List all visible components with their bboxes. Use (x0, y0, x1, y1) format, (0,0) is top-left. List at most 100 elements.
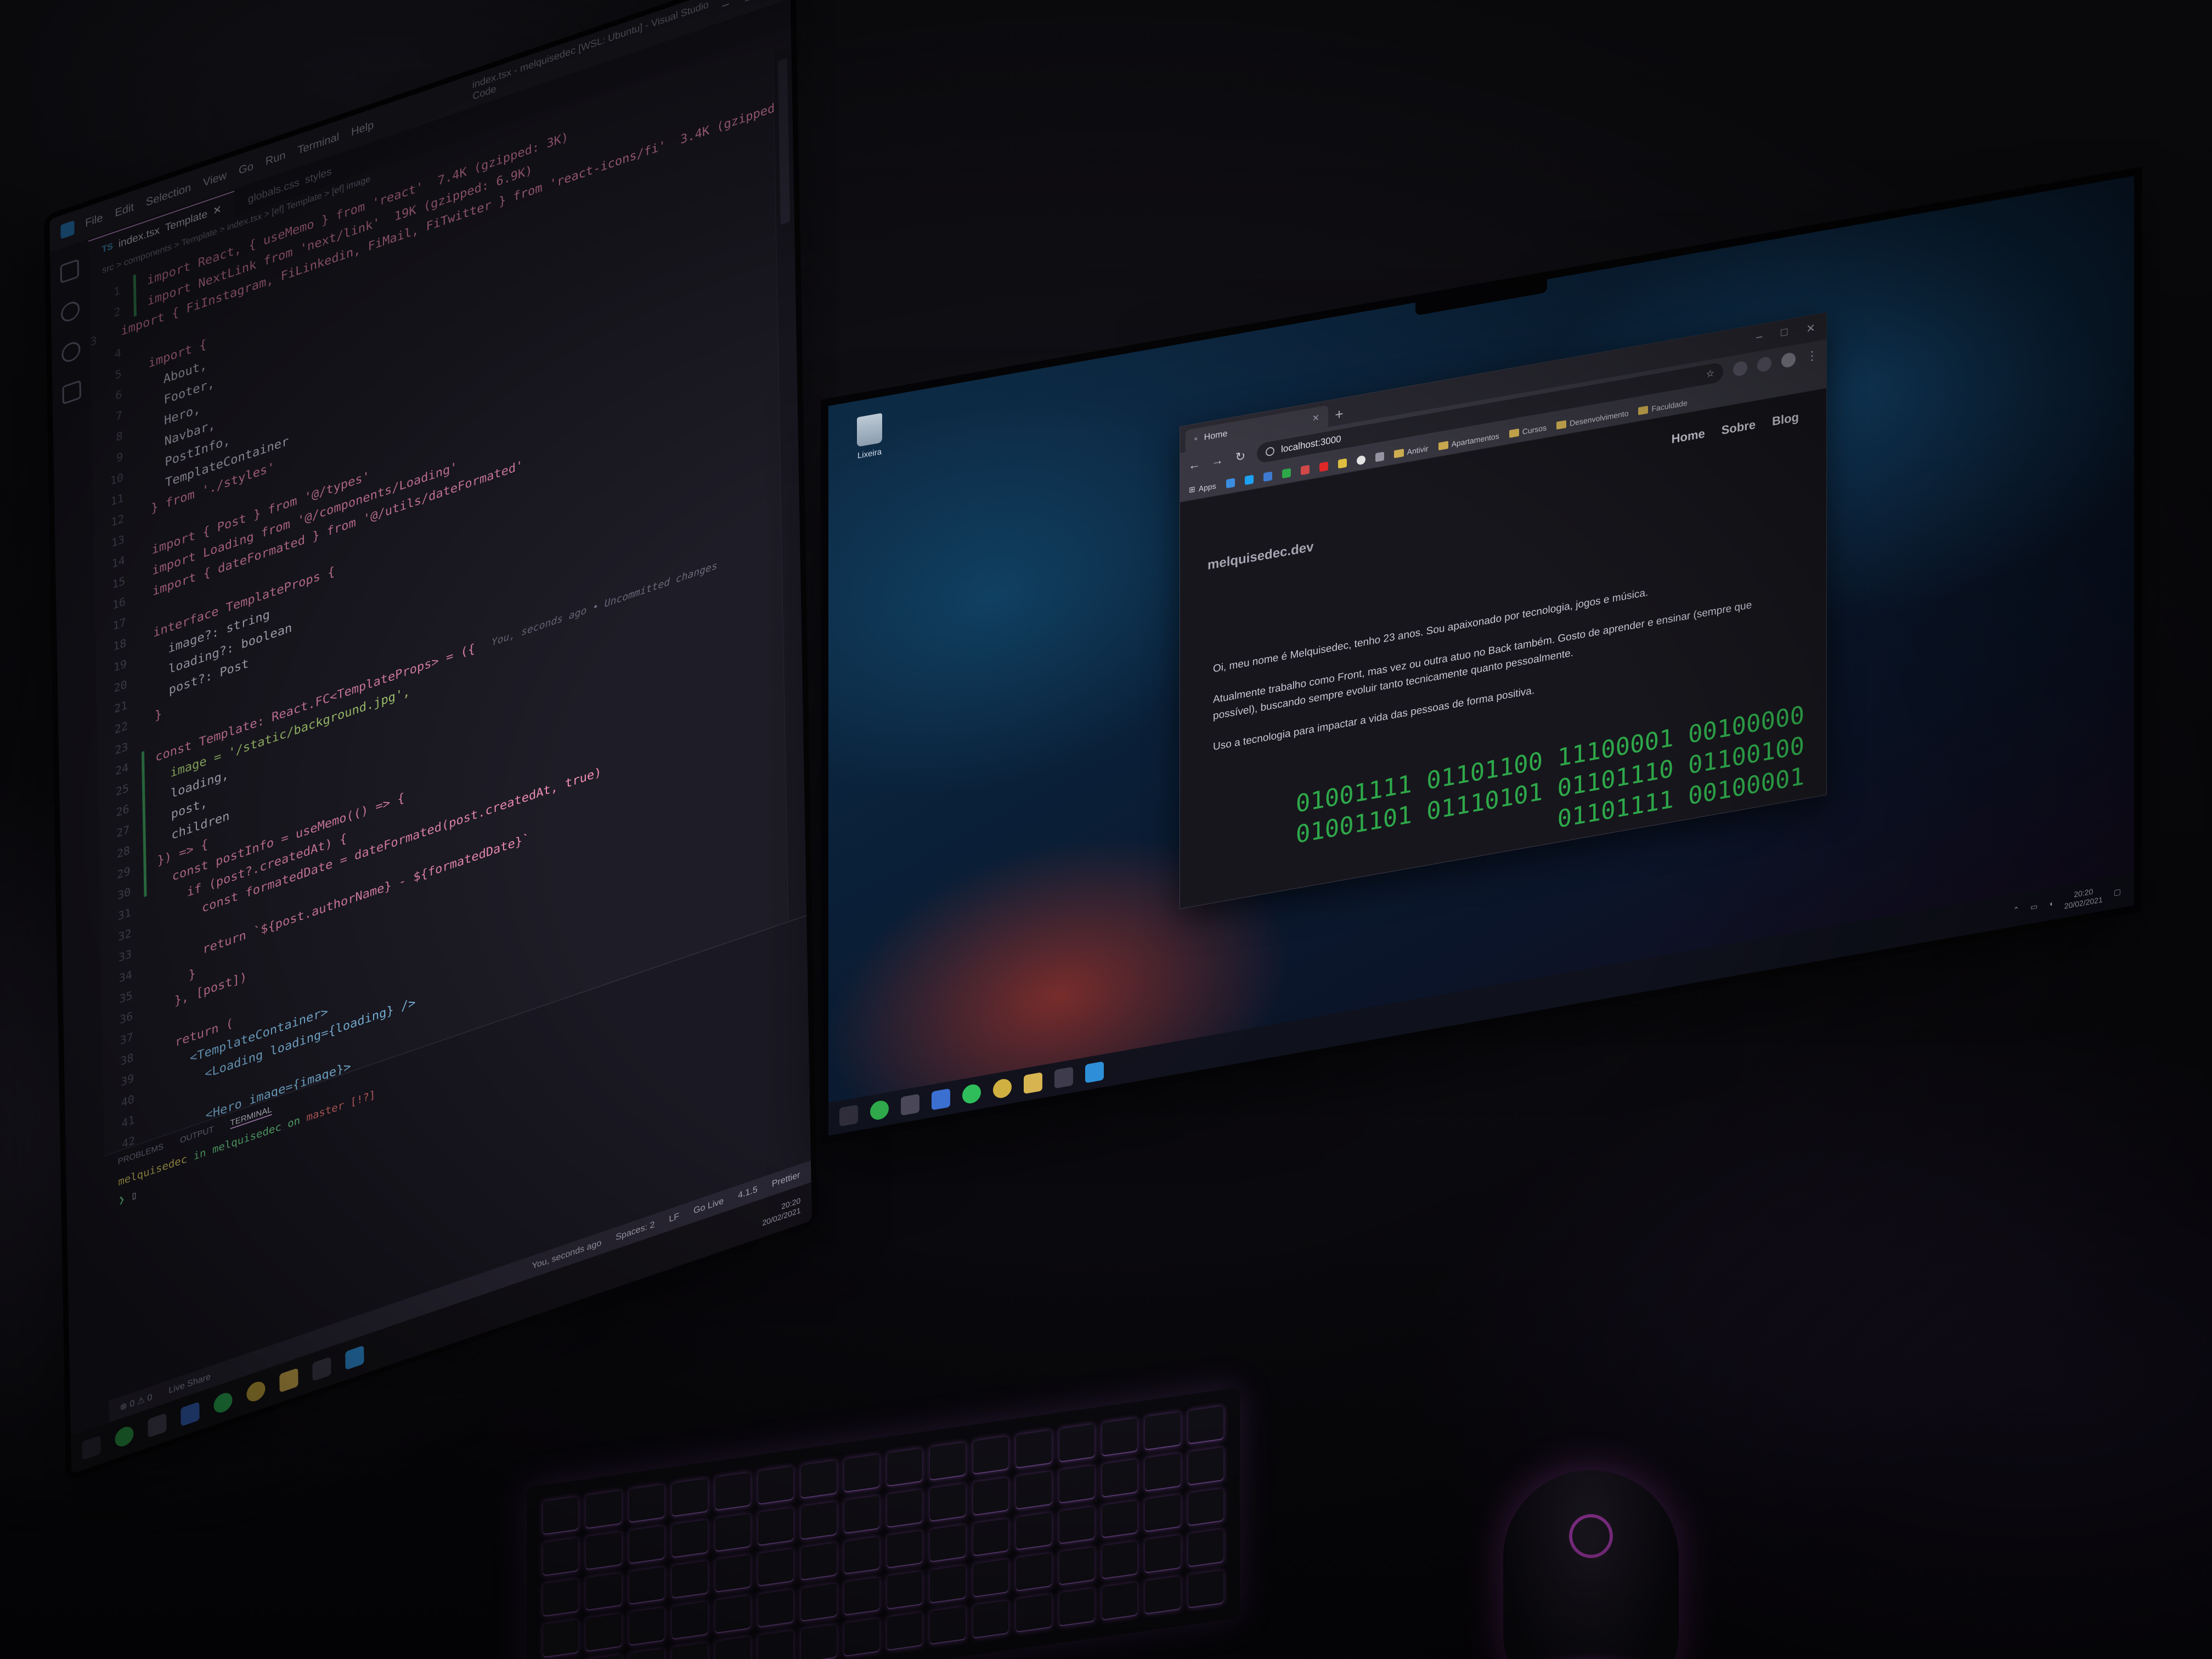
info-icon[interactable] (1266, 446, 1274, 457)
search-icon[interactable] (60, 299, 80, 324)
keyboard-key (1145, 1535, 1181, 1574)
tab-close-icon[interactable]: ✕ (213, 203, 222, 218)
source-control-icon[interactable] (61, 339, 81, 365)
vscode-window: File Edit Selection View Go Run Terminal… (49, 0, 812, 1474)
git-gutter-marker (145, 927, 148, 928)
start-icon[interactable] (82, 1435, 101, 1460)
maximize-icon[interactable]: □ (745, 0, 753, 5)
volume-icon[interactable]: ◖ (2049, 899, 2053, 908)
extension-icon[interactable] (1757, 356, 1771, 373)
git-gutter-marker (148, 1114, 151, 1115)
git-gutter-marker (139, 596, 142, 597)
kebab-menu-icon[interactable]: ⋮ (1805, 348, 1819, 364)
folder-icon (1638, 405, 1649, 415)
new-tab-button[interactable]: + (1328, 401, 1350, 427)
bookmark-favicon-icon[interactable] (1263, 471, 1272, 482)
keyboard-key (1145, 1576, 1181, 1615)
keyboard-key (801, 1583, 837, 1622)
chrome-icon[interactable] (246, 1379, 266, 1404)
status-version[interactable]: 4.1.5 (738, 1184, 758, 1201)
tab-suffix: styles (304, 165, 332, 187)
menu-view[interactable]: View (203, 169, 227, 190)
maximize-icon[interactable]: □ (1781, 326, 1787, 341)
close-icon[interactable]: ✕ (1806, 321, 1815, 336)
bookmark-star-icon[interactable]: ☆ (1706, 368, 1714, 380)
network-icon[interactable]: ▭ (2030, 901, 2038, 912)
youtube-icon[interactable] (1319, 461, 1328, 472)
status-prettier[interactable]: Prettier (772, 1170, 800, 1190)
back-icon[interactable]: ← (1188, 456, 1201, 473)
twitter-icon[interactable] (1244, 474, 1254, 485)
menu-file[interactable]: File (85, 211, 103, 230)
git-gutter-marker (141, 720, 144, 721)
nav-sobre-link[interactable]: Sobre (1722, 417, 1756, 438)
file-icon[interactable] (148, 1413, 167, 1438)
extension-icon[interactable] (1733, 360, 1747, 377)
keyboard-key (586, 1572, 622, 1611)
start-icon[interactable] (839, 1104, 858, 1127)
status-eol[interactable]: LF (669, 1211, 679, 1224)
menu-help[interactable]: Help (351, 119, 374, 139)
reload-icon[interactable]: ↻ (1234, 448, 1247, 465)
git-gutter-marker (147, 1052, 150, 1053)
explorer-icon[interactable] (60, 258, 80, 284)
keyboard-key (1145, 1453, 1181, 1492)
folder-icon (1438, 441, 1448, 450)
keyboard-key (973, 1436, 1009, 1475)
git-gutter-marker (139, 616, 142, 617)
keyboard-key (543, 1537, 579, 1576)
taskbar-clock[interactable]: 20:20 20/02/2021 (762, 1192, 812, 1228)
keyboard-key (758, 1630, 794, 1659)
extensions-icon[interactable] (62, 380, 82, 405)
menu-selection[interactable]: Selection (146, 181, 191, 209)
menu-edit[interactable]: Edit (115, 201, 134, 220)
spotify-icon[interactable] (870, 1099, 889, 1121)
vscode-taskbar-icon[interactable] (1085, 1061, 1104, 1084)
keyboard-key (586, 1613, 622, 1652)
bookmark-folder-cursos[interactable]: Cursos (1509, 423, 1547, 438)
whatsapp-icon[interactable] (213, 1390, 233, 1415)
tray-clock[interactable]: 20:20 20/02/2021 (2064, 884, 2103, 911)
nav-blog-link[interactable]: Blog (1772, 410, 1799, 429)
drive-icon[interactable] (1282, 467, 1291, 478)
whatsapp-icon[interactable] (962, 1082, 981, 1105)
file-icon[interactable] (901, 1093, 919, 1116)
keyboard-key (629, 1485, 665, 1523)
terminal-icon[interactable] (312, 1356, 331, 1382)
keyboard-key (930, 1483, 966, 1522)
menu-go[interactable]: Go (239, 160, 253, 177)
vscode-taskbar-icon[interactable] (345, 1345, 364, 1370)
bookmark-favicon-icon[interactable] (1375, 451, 1384, 462)
discord-icon[interactable] (180, 1401, 200, 1427)
site-logo[interactable]: melquisedec.dev (1207, 539, 1313, 573)
folder-icon[interactable] (279, 1368, 298, 1393)
github-icon[interactable] (1356, 454, 1365, 465)
folder-icon[interactable] (1024, 1072, 1042, 1094)
minimize-icon[interactable]: – (1756, 330, 1762, 345)
bookmark-folder-faculdade[interactable]: Faculdade (1638, 398, 1688, 415)
notification-icon[interactable]: ▢ (2114, 887, 2121, 897)
keyboard-key (930, 1524, 966, 1563)
minimize-icon[interactable]: – (722, 0, 729, 13)
menu-run[interactable]: Run (266, 149, 286, 168)
minimap-slider[interactable] (777, 58, 790, 225)
terminal-icon[interactable] (1054, 1066, 1073, 1089)
bookmark-folder-antivir[interactable]: Antivir (1393, 444, 1429, 459)
url-text: localhost:3000 (1281, 433, 1341, 455)
menu-terminal[interactable]: Terminal (297, 131, 339, 157)
keyboard-key (672, 1643, 708, 1659)
forward-icon[interactable]: → (1211, 453, 1224, 469)
chevron-up-icon[interactable]: ⌃ (2013, 905, 2019, 915)
keyboard-key (844, 1495, 879, 1534)
bookmark-favicon-icon[interactable] (1338, 458, 1347, 469)
gmail-icon[interactable] (1300, 464, 1310, 475)
bookmark-favicon-icon[interactable] (1226, 477, 1235, 488)
nav-home-link[interactable]: Home (1672, 426, 1705, 447)
spotify-icon[interactable] (115, 1424, 134, 1449)
bookmark-apps[interactable]: ⊞ Apps (1189, 481, 1216, 495)
discord-icon[interactable] (932, 1088, 950, 1110)
chrome-icon[interactable] (993, 1077, 1012, 1100)
recycle-bin[interactable]: Lixeira (845, 411, 894, 463)
tab-close-icon[interactable]: ✕ (1312, 412, 1319, 424)
profile-avatar[interactable] (1781, 352, 1796, 369)
